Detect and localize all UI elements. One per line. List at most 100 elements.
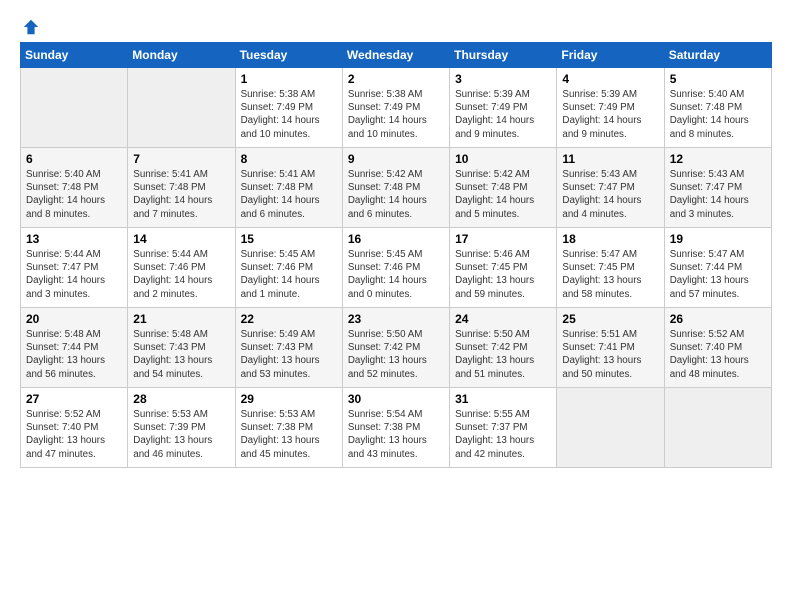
calendar-cell: 1 Sunrise: 5:38 AM Sunset: 7:49 PM Daylig… (235, 68, 342, 148)
day-number: 14 (133, 232, 229, 246)
calendar-cell: 19 Sunrise: 5:47 AM Sunset: 7:44 PM Dayli… (664, 228, 771, 308)
day-number: 17 (455, 232, 551, 246)
weekday-header-friday: Friday (557, 43, 664, 68)
cell-details: Sunrise: 5:43 AM Sunset: 7:47 PM Dayligh… (670, 168, 766, 221)
cell-details: Sunrise: 5:44 AM Sunset: 7:47 PM Dayligh… (26, 248, 122, 301)
calendar-cell: 2Sunrise: 5:38 AM Sunset: 7:49 PM Daylig… (342, 68, 449, 148)
weekday-header-wednesday: Wednesday (342, 43, 449, 68)
day-number: 8 (241, 152, 337, 166)
calendar-cell: 24 Sunrise: 5:50 AM Sunset: 7:42 PM Dayli… (450, 308, 557, 388)
day-number: 25 (562, 312, 658, 326)
day-number: 9 (348, 152, 444, 166)
cell-details: Sunrise: 5:45 AM Sunset: 7:46 PM Dayligh… (241, 248, 337, 301)
day-number: 21 (133, 312, 229, 326)
cell-details: Sunrise: 5:45 AM Sunset: 7:46 PM Dayligh… (348, 248, 444, 301)
calendar-cell: 6 Sunrise: 5:40 AM Sunset: 7:48 PM Daylig… (21, 148, 128, 228)
calendar-cell (664, 388, 771, 468)
cell-details: Sunrise: 5:48 AM Sunset: 7:44 PM Dayligh… (26, 328, 122, 381)
day-number: 31 (455, 392, 551, 406)
calendar-cell: 17 Sunrise: 5:46 AM Sunset: 7:45 PM Dayli… (450, 228, 557, 308)
calendar-cell (557, 388, 664, 468)
logo-text (20, 18, 40, 36)
cell-details: Sunrise: 5:39 AM Sunset: 7:49 PM Dayligh… (562, 88, 658, 141)
calendar-cell: 5Sunrise: 5:40 AM Sunset: 7:48 PM Daylig… (664, 68, 771, 148)
day-number: 3 (455, 72, 551, 86)
calendar-cell: 4 Sunrise: 5:39 AM Sunset: 7:49 PM Daylig… (557, 68, 664, 148)
day-number: 24 (455, 312, 551, 326)
cell-details: Sunrise: 5:53 AM Sunset: 7:38 PM Dayligh… (241, 408, 337, 461)
day-number: 7 (133, 152, 229, 166)
day-number: 11 (562, 152, 658, 166)
calendar-cell: 18Sunrise: 5:47 AM Sunset: 7:45 PM Dayli… (557, 228, 664, 308)
day-number: 15 (241, 232, 337, 246)
day-number: 20 (26, 312, 122, 326)
page: SundayMondayTuesdayWednesdayThursdayFrid… (0, 0, 792, 612)
calendar-cell: 9 Sunrise: 5:42 AM Sunset: 7:48 PM Daylig… (342, 148, 449, 228)
cell-details: Sunrise: 5:40 AM Sunset: 7:48 PM Dayligh… (670, 88, 766, 141)
cell-details: Sunrise: 5:43 AM Sunset: 7:47 PM Dayligh… (562, 168, 658, 221)
cell-details: Sunrise: 5:52 AM Sunset: 7:40 PM Dayligh… (670, 328, 766, 381)
calendar-cell: 26 Sunrise: 5:52 AM Sunset: 7:40 PM Dayli… (664, 308, 771, 388)
cell-details: Sunrise: 5:53 AM Sunset: 7:39 PM Dayligh… (133, 408, 229, 461)
cell-details: Sunrise: 5:47 AM Sunset: 7:44 PM Dayligh… (670, 248, 766, 301)
calendar-cell: 16 Sunrise: 5:45 AM Sunset: 7:46 PM Dayli… (342, 228, 449, 308)
day-number: 4 (562, 72, 658, 86)
day-number: 16 (348, 232, 444, 246)
day-number: 10 (455, 152, 551, 166)
day-number: 23 (348, 312, 444, 326)
header (20, 18, 772, 32)
cell-details: Sunrise: 5:46 AM Sunset: 7:45 PM Dayligh… (455, 248, 551, 301)
calendar-cell: 15 Sunrise: 5:45 AM Sunset: 7:46 PM Dayli… (235, 228, 342, 308)
weekday-header-tuesday: Tuesday (235, 43, 342, 68)
logo-icon (22, 18, 40, 36)
cell-details: Sunrise: 5:51 AM Sunset: 7:41 PM Dayligh… (562, 328, 658, 381)
calendar-cell (21, 68, 128, 148)
calendar-cell: 8Sunrise: 5:41 AM Sunset: 7:48 PM Daylig… (235, 148, 342, 228)
day-number: 19 (670, 232, 766, 246)
cell-details: Sunrise: 5:42 AM Sunset: 7:48 PM Dayligh… (455, 168, 551, 221)
calendar-cell: 13 Sunrise: 5:44 AM Sunset: 7:47 PM Dayli… (21, 228, 128, 308)
day-number: 12 (670, 152, 766, 166)
weekday-header-row: SundayMondayTuesdayWednesdayThursdayFrid… (21, 43, 772, 68)
cell-details: Sunrise: 5:44 AM Sunset: 7:46 PM Dayligh… (133, 248, 229, 301)
day-number: 6 (26, 152, 122, 166)
day-number: 26 (670, 312, 766, 326)
week-row-1: 1 Sunrise: 5:38 AM Sunset: 7:49 PM Daylig… (21, 68, 772, 148)
cell-details: Sunrise: 5:41 AM Sunset: 7:48 PM Dayligh… (133, 168, 229, 221)
calendar-cell: 28 Sunrise: 5:53 AM Sunset: 7:39 PM Dayli… (128, 388, 235, 468)
day-number: 29 (241, 392, 337, 406)
calendar-cell: 22Sunrise: 5:49 AM Sunset: 7:43 PM Dayli… (235, 308, 342, 388)
weekday-header-saturday: Saturday (664, 43, 771, 68)
cell-details: Sunrise: 5:55 AM Sunset: 7:37 PM Dayligh… (455, 408, 551, 461)
day-number: 30 (348, 392, 444, 406)
day-number: 1 (241, 72, 337, 86)
day-number: 13 (26, 232, 122, 246)
cell-details: Sunrise: 5:54 AM Sunset: 7:38 PM Dayligh… (348, 408, 444, 461)
cell-details: Sunrise: 5:39 AM Sunset: 7:49 PM Dayligh… (455, 88, 551, 141)
logo (20, 18, 40, 32)
cell-details: Sunrise: 5:52 AM Sunset: 7:40 PM Dayligh… (26, 408, 122, 461)
week-row-3: 13 Sunrise: 5:44 AM Sunset: 7:47 PM Dayli… (21, 228, 772, 308)
weekday-header-thursday: Thursday (450, 43, 557, 68)
calendar-cell: 12 Sunrise: 5:43 AM Sunset: 7:47 PM Dayli… (664, 148, 771, 228)
cell-details: Sunrise: 5:47 AM Sunset: 7:45 PM Dayligh… (562, 248, 658, 301)
cell-details: Sunrise: 5:38 AM Sunset: 7:49 PM Dayligh… (348, 88, 444, 141)
calendar-cell (128, 68, 235, 148)
calendar-cell: 31 Sunrise: 5:55 AM Sunset: 7:37 PM Dayli… (450, 388, 557, 468)
calendar-cell: 30 Sunrise: 5:54 AM Sunset: 7:38 PM Dayli… (342, 388, 449, 468)
weekday-header-monday: Monday (128, 43, 235, 68)
day-number: 22 (241, 312, 337, 326)
day-number: 27 (26, 392, 122, 406)
calendar-cell: 7 Sunrise: 5:41 AM Sunset: 7:48 PM Daylig… (128, 148, 235, 228)
cell-details: Sunrise: 5:40 AM Sunset: 7:48 PM Dayligh… (26, 168, 122, 221)
calendar-cell: 21Sunrise: 5:48 AM Sunset: 7:43 PM Dayli… (128, 308, 235, 388)
cell-details: Sunrise: 5:38 AM Sunset: 7:49 PM Dayligh… (241, 88, 337, 141)
calendar-cell: 14 Sunrise: 5:44 AM Sunset: 7:46 PM Dayli… (128, 228, 235, 308)
cell-details: Sunrise: 5:50 AM Sunset: 7:42 PM Dayligh… (348, 328, 444, 381)
cell-details: Sunrise: 5:42 AM Sunset: 7:48 PM Dayligh… (348, 168, 444, 221)
calendar-cell: 23 Sunrise: 5:50 AM Sunset: 7:42 PM Dayli… (342, 308, 449, 388)
calendar-cell: 25 Sunrise: 5:51 AM Sunset: 7:41 PM Dayli… (557, 308, 664, 388)
day-number: 28 (133, 392, 229, 406)
week-row-4: 20 Sunrise: 5:48 AM Sunset: 7:44 PM Dayli… (21, 308, 772, 388)
cell-details: Sunrise: 5:50 AM Sunset: 7:42 PM Dayligh… (455, 328, 551, 381)
